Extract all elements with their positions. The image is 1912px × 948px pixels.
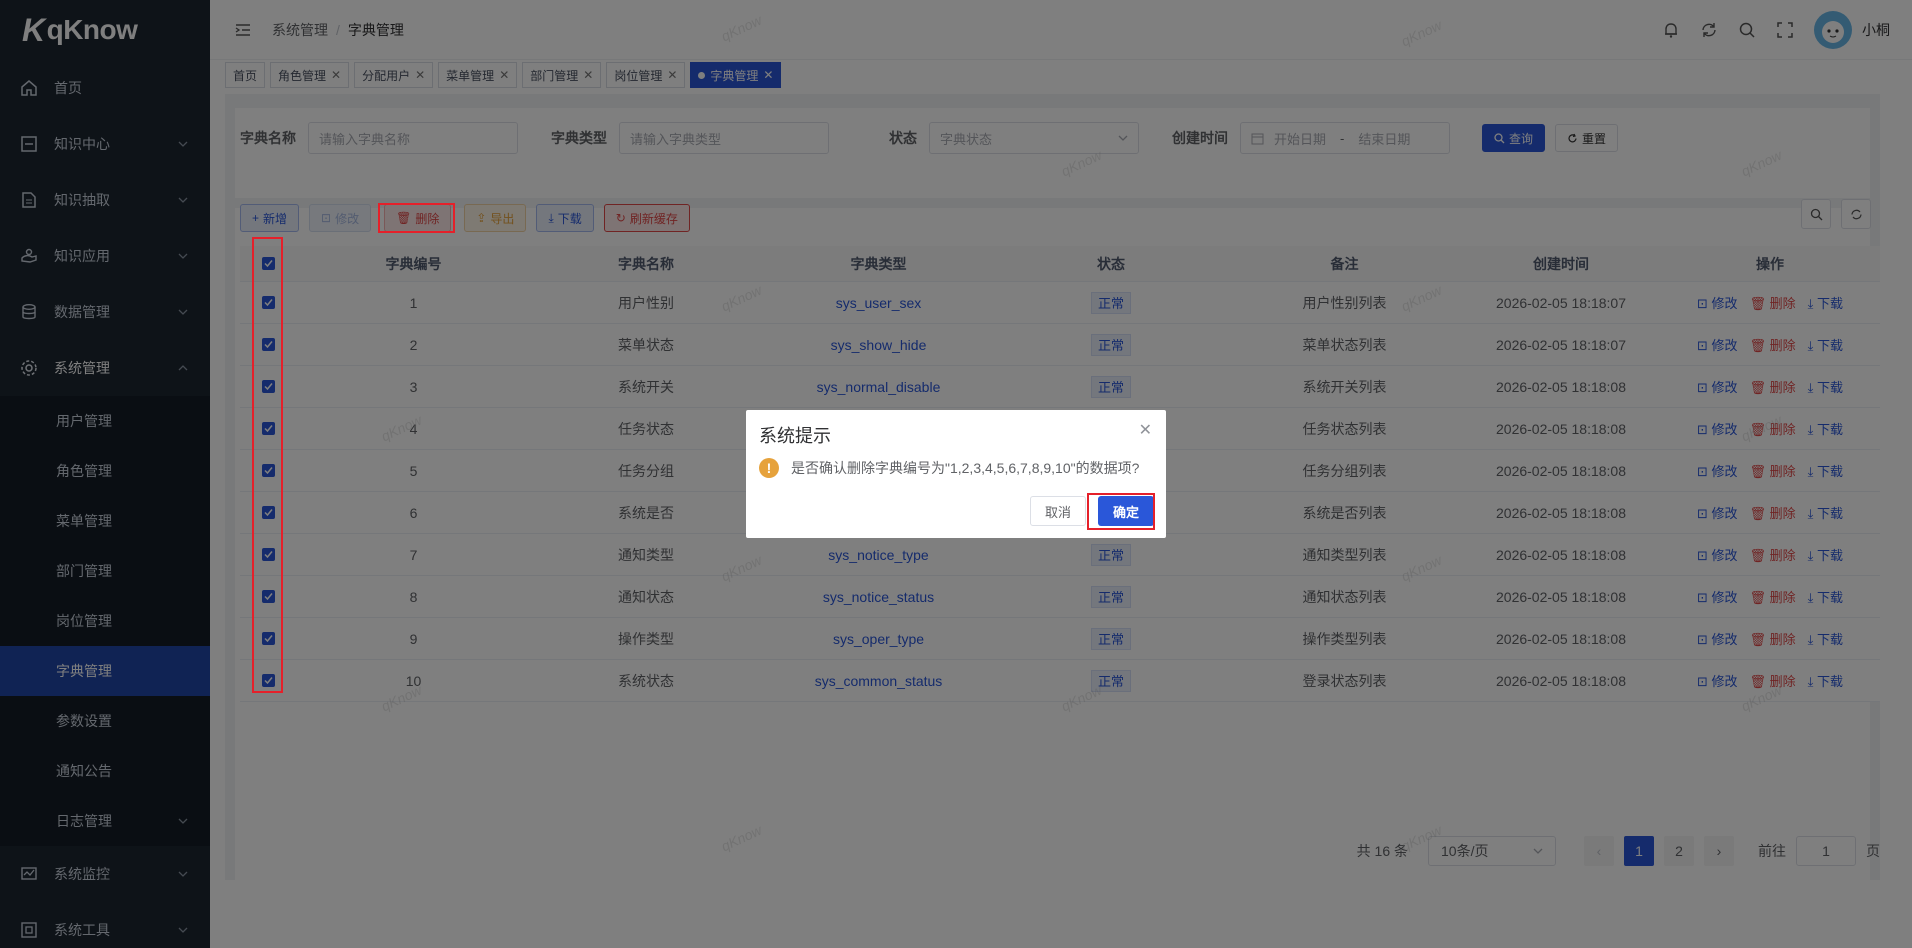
dialog-message: 是否确认删除字典编号为"1,2,3,4,5,6,7,8,9,10"的数据项? xyxy=(791,460,1140,476)
highlight-confirm-button xyxy=(1087,493,1155,530)
highlight-checkbox-column xyxy=(252,237,283,693)
highlight-delete-button xyxy=(378,203,455,233)
dialog-title: 系统提示 xyxy=(759,426,831,446)
dialog-body: ! 是否确认删除字典编号为"1,2,3,4,5,6,7,8,9,10"的数据项? xyxy=(759,458,1139,478)
cancel-button[interactable]: 取消 xyxy=(1029,496,1086,526)
close-icon[interactable]: ✕ xyxy=(1139,420,1152,440)
warning-icon: ! xyxy=(759,458,779,478)
